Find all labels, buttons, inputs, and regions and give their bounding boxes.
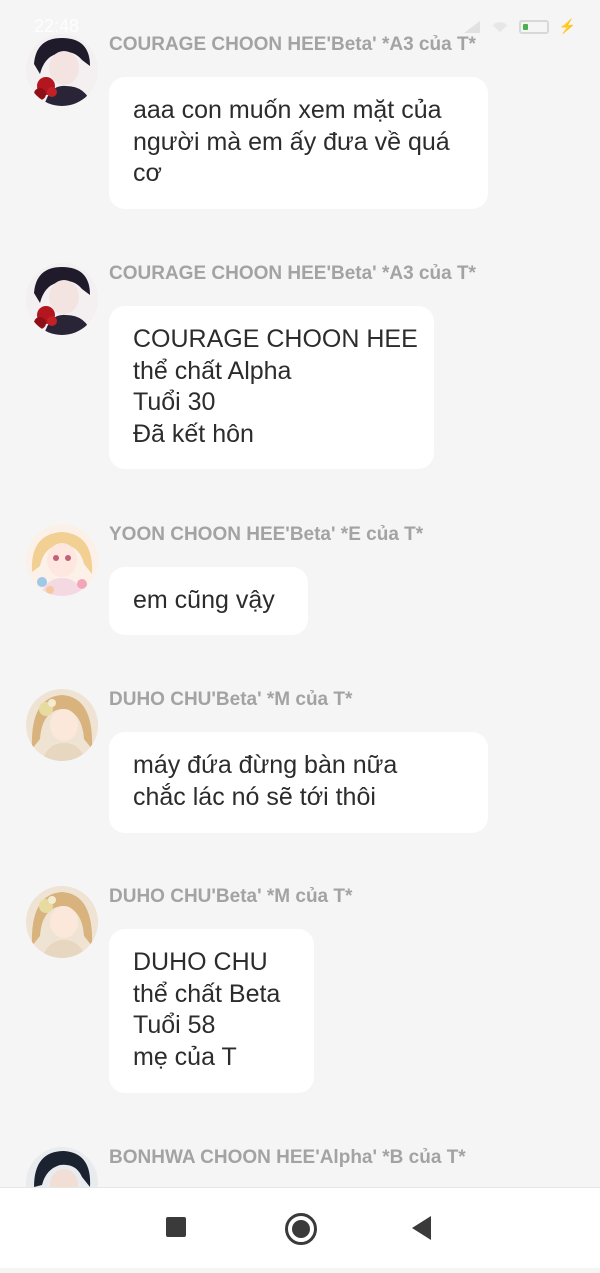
dark-haired-man-avatar [26, 1147, 98, 1187]
recents-button[interactable] [135, 1188, 215, 1268]
light-haired-woman-with-flowers-avatar [26, 689, 98, 761]
sender-name: BONHWA CHOON HEE'Alpha' *B của T* [109, 1147, 466, 1168]
battery-icon [518, 19, 549, 34]
message-line: aaa con muốn xem mặt của [133, 96, 442, 124]
message-line: máy đứa đừng bàn nữa [133, 751, 398, 779]
wifi-icon [492, 21, 507, 32]
message-line: Tuổi 30 [133, 388, 216, 416]
sender-name: DUHO CHU'Beta' *M của T* [109, 886, 353, 907]
message-line: thể chất Beta [133, 979, 281, 1008]
avatar[interactable] [26, 524, 98, 596]
charging-icon: ⚡ [558, 18, 576, 34]
avatar[interactable] [26, 886, 98, 958]
message-line: em cũng vậy [133, 586, 275, 614]
message-line: Đã kết hôn [133, 419, 254, 448]
message-line: DUHO CHU [133, 948, 268, 976]
message-line: cơ [133, 159, 162, 187]
message-line: thể chất Alpha [133, 356, 292, 385]
sender-name: DUHO CHU'Beta' *M của T* [109, 689, 353, 710]
square-recents-icon [166, 1217, 186, 1237]
avatar[interactable] [26, 1147, 98, 1187]
avatar[interactable] [26, 689, 98, 761]
avatar[interactable] [26, 263, 98, 335]
message-bubble[interactable]: em cũng vậy [109, 567, 308, 635]
status-bar: 22:48 ⚡ [0, 0, 600, 58]
message-line: chắc lác nó sẽ tới thôi [133, 782, 376, 811]
status-time: 22:48 [34, 16, 80, 36]
light-haired-woman-with-flowers-avatar [26, 886, 98, 958]
status-icons: ⚡ [463, 18, 576, 35]
message-bubble[interactable]: aaa con muốn xem mặt của người mà em ấy … [109, 77, 488, 209]
message-bubble[interactable]: DUHO CHU thể chất Beta Tuổi 58 mẹ của T [109, 929, 314, 1093]
sender-name: YOON CHOON HEE'Beta' *E của T* [109, 524, 424, 545]
blonde-girl-with-flowers-avatar [26, 524, 98, 596]
sender-name: COURAGE CHOON HEE'Beta' *A3 của T* [109, 263, 476, 284]
circle-home-icon [285, 1213, 317, 1245]
home-button[interactable] [260, 1188, 340, 1268]
navigation-bar [0, 1187, 600, 1268]
message-line: COURAGE CHOON HEE [133, 325, 418, 353]
signal-icon [463, 20, 480, 33]
triangle-back-icon [412, 1216, 431, 1240]
chat-message-list[interactable]: COURAGE CHOON HEE'Beta' *A3 của T* aaa c… [0, 0, 600, 1187]
message-bubble[interactable]: máy đứa đừng bàn nữa chắc lác nó sẽ tới … [109, 732, 488, 833]
message-line: Tuổi 58 [133, 1011, 216, 1039]
message-line: người mà em ấy đưa về quá [133, 127, 450, 156]
message-line: mẹ của T [133, 1042, 237, 1071]
message-bubble[interactable]: COURAGE CHOON HEE thể chất Alpha Tuổi 30… [109, 306, 434, 469]
dark-haired-boy-with-rose-avatar [26, 263, 98, 335]
back-button[interactable] [381, 1188, 461, 1268]
